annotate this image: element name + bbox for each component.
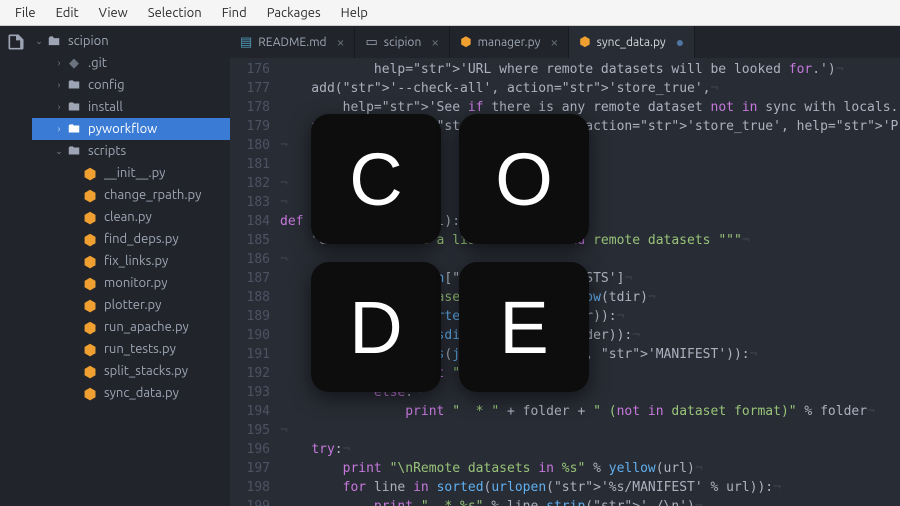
tab-label: manager.py [478,36,541,49]
code-source[interactable]: help="str">'URL where remote datasets wi… [280,58,900,506]
tree-label: fix_links.py [104,254,168,268]
tree-item-install[interactable]: › install [32,96,230,118]
python-icon: ⬢ [460,35,471,50]
python-icon: ⬢ [82,297,98,313]
menu-selection[interactable]: Selection [139,3,211,23]
tab-label: README.md [258,36,326,49]
close-icon[interactable]: × [550,34,558,50]
tree-item-monitor-py[interactable]: ⬢ monitor.py [32,272,230,294]
python-icon: ⬢ [579,35,590,50]
tree-label: install [88,100,123,114]
close-icon[interactable]: × [337,34,345,50]
tree-label: .git [88,56,107,70]
chevron-icon: › [52,58,66,68]
python-icon: ⬢ [82,253,98,269]
python-icon: ⬢ [82,319,98,335]
editor-pane: ▤ README.md × ▭ scipion × ⬢ manager.py × ⬢ sync_da… [230,26,900,506]
tree-item-clean-py[interactable]: ⬢ clean.py [32,206,230,228]
tree-label: find_deps.py [104,232,179,246]
tree-item-find_deps-py[interactable]: ⬢ find_deps.py [32,228,230,250]
project-root[interactable]: ⌄ scipion [32,30,230,52]
tree-item-split_stacks-py[interactable]: ⬢ split_stacks.py [32,360,230,382]
tree-label: plotter.py [104,298,161,312]
python-icon: ⬢ [82,165,98,181]
tab-sync_data-py[interactable]: ⬢ sync_data.py ● [569,26,695,58]
tree-label: config [88,78,125,92]
menu-edit[interactable]: Edit [47,3,88,23]
chevron-icon: ⌄ [52,146,66,157]
tree-item-sync_data-py[interactable]: ⬢ sync_data.py [32,382,230,404]
file-tree: ⌄ scipion ›◆.git›config›install›pyworkfl… [32,26,230,506]
folder-open-icon [66,121,82,137]
tree-label: change_rpath.py [104,188,201,202]
chevron-icon: › [52,80,66,90]
tree-item-plotter-py[interactable]: ⬢ plotter.py [32,294,230,316]
python-icon: ⬢ [82,275,98,291]
tree-item-config[interactable]: › config [32,74,230,96]
folder-icon [66,77,82,93]
python-icon: ⬢ [82,341,98,357]
chevron-icon: › [52,102,66,112]
folder-icon [66,99,82,115]
tree-label: sync_data.py [104,386,179,400]
folder-icon [66,143,82,159]
tree-label: scripts [88,144,126,158]
tab-label: scipion [384,36,422,49]
tree-item-__init__-py[interactable]: ⬢ __init__.py [32,162,230,184]
sidebar: ⌄ scipion ›◆.git›config›install›pyworkfl… [0,26,230,506]
git-icon: ◆ [66,55,82,71]
tab-label: sync_data.py [597,36,666,49]
close-icon[interactable]: × [431,34,439,50]
tree-item-change_rpath-py[interactable]: ⬢ change_rpath.py [32,184,230,206]
book-icon: ▤ [240,35,252,50]
menu-packages[interactable]: Packages [258,3,330,23]
menu-find[interactable]: Find [213,3,256,23]
tree-item-run_tests-py[interactable]: ⬢ run_tests.py [32,338,230,360]
python-icon: ⬢ [82,385,98,401]
python-icon: ⬢ [82,187,98,203]
project-root-label: scipion [68,34,109,48]
chevron-down-icon: ⌄ [32,36,46,47]
tree-item-run_apache-py[interactable]: ⬢ run_apache.py [32,316,230,338]
close-icon[interactable]: ● [676,34,684,50]
menu-file[interactable]: File [6,3,45,23]
tab-README-md[interactable]: ▤ README.md × [230,26,355,58]
tree-item-pyworkflow[interactable]: › pyworkflow [32,118,230,140]
tree-item-scripts[interactable]: ⌄ scripts [32,140,230,162]
tab-scipion[interactable]: ▭ scipion × [355,26,450,58]
chevron-icon: › [52,124,66,134]
menubar: FileEditViewSelectionFindPackagesHelp [0,0,900,26]
python-icon: ⬢ [82,209,98,225]
activity-rail [0,26,32,506]
tree-label: run_apache.py [104,320,189,334]
tree-label: pyworkflow [88,122,157,136]
project-icon [46,33,62,49]
tree-label: monitor.py [104,276,167,290]
file-icon: ▭ [365,35,377,50]
code-area[interactable]: 1761771781791801811821831841851861871881… [230,58,900,506]
tab-bar: ▤ README.md × ▭ scipion × ⬢ manager.py × ⬢ sync_da… [230,26,900,58]
python-icon: ⬢ [82,231,98,247]
tree-label: split_stacks.py [104,364,188,378]
line-gutter: 1761771781791801811821831841851861871881… [230,58,280,506]
python-icon: ⬢ [82,363,98,379]
tree-label: __init__.py [104,166,165,180]
tree-label: clean.py [104,210,152,224]
tree-item-fix_links-py[interactable]: ⬢ fix_links.py [32,250,230,272]
file-tree-icon[interactable] [6,32,26,52]
tab-manager-py[interactable]: ⬢ manager.py × [450,26,569,58]
menu-help[interactable]: Help [332,3,377,23]
menu-view[interactable]: View [90,3,137,23]
tree-item--git[interactable]: ›◆ .git [32,52,230,74]
tree-label: run_tests.py [104,342,176,356]
